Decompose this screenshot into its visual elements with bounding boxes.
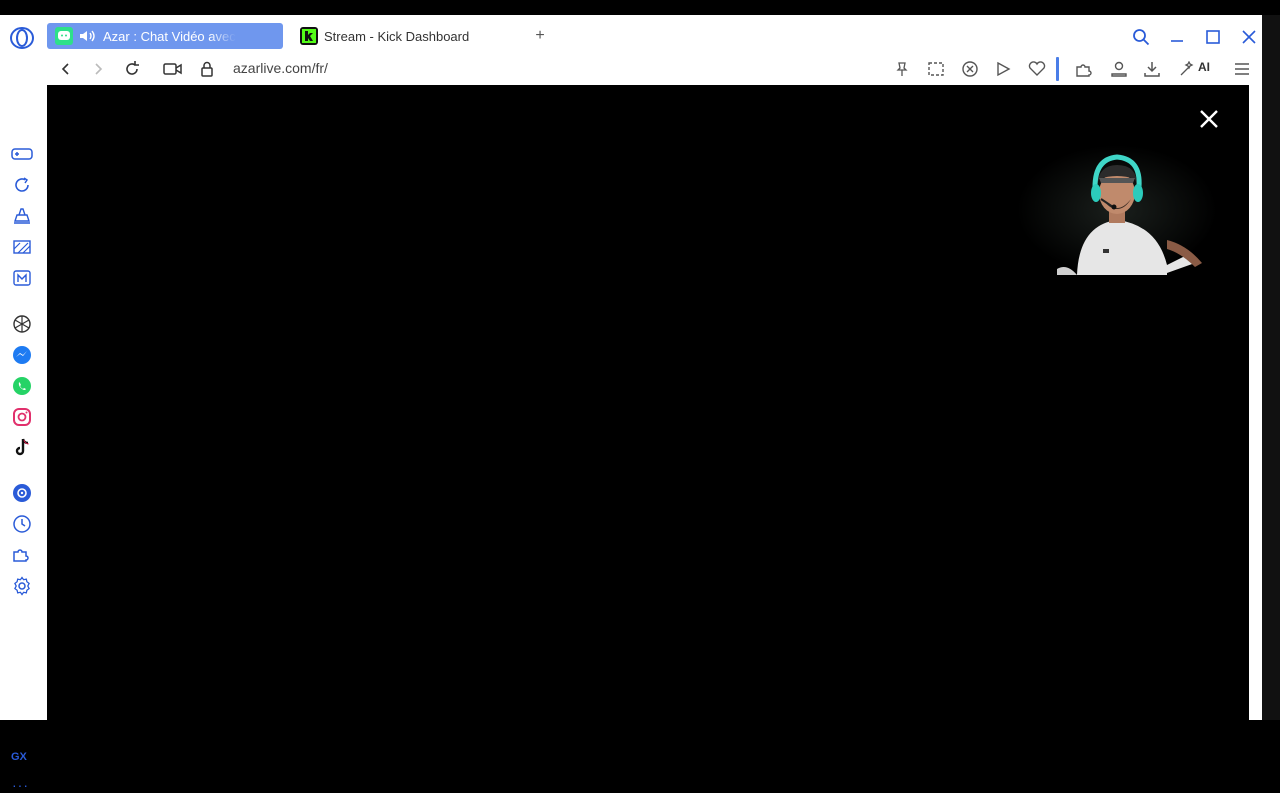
heart-icon[interactable]	[1025, 57, 1049, 81]
player-sidebar-icon[interactable]	[10, 481, 34, 505]
webcam-person-image	[1017, 145, 1217, 275]
snapshot-icon[interactable]	[924, 57, 948, 81]
gx-control-icon[interactable]	[10, 173, 34, 197]
ai-label[interactable]: AI	[1198, 60, 1210, 74]
tab-azar[interactable]: Azar : Chat Vidéo avec	[47, 23, 283, 49]
forward-icon[interactable]	[86, 57, 110, 81]
gx-label[interactable]: GX	[11, 751, 27, 763]
new-tab-button[interactable]: +	[530, 26, 550, 46]
speaker-icon[interactable]	[79, 29, 97, 43]
close-window-icon[interactable]	[1237, 25, 1261, 49]
music-m-icon[interactable]	[10, 266, 34, 290]
download-icon[interactable]	[1140, 57, 1164, 81]
toolbar-separator	[1056, 57, 1059, 81]
minimize-icon[interactable]	[1165, 25, 1189, 49]
extensions-sidebar-icon[interactable]	[10, 543, 34, 567]
close-icon[interactable]	[1196, 106, 1222, 132]
azar-chat-icon	[55, 27, 73, 45]
kick-k-icon	[300, 27, 318, 45]
search-icon[interactable]	[1129, 25, 1153, 49]
messenger-icon[interactable]	[10, 343, 34, 367]
settings-gear-icon[interactable]	[10, 574, 34, 598]
tab-title: Stream - Kick Dashboard	[324, 28, 470, 44]
ai-sparkle-icon[interactable]	[1176, 57, 1200, 81]
player-icon[interactable]	[991, 57, 1015, 81]
adblock-icon[interactable]	[958, 57, 982, 81]
wallpaper-icon[interactable]	[10, 235, 34, 259]
opera-gx-logo-icon[interactable]	[9, 25, 35, 51]
maximize-icon[interactable]	[1201, 25, 1225, 49]
gx-corner-icon[interactable]	[10, 142, 34, 166]
profile-icon[interactable]	[1107, 57, 1131, 81]
browser-window: Azar : Chat Vidéo avec Stream - Kick Das…	[0, 15, 1262, 793]
address-bar-row: azarlive.com/fr/ AI	[0, 53, 1262, 85]
video-chat-area[interactable]	[47, 85, 1249, 720]
tiktok-icon[interactable]	[10, 436, 34, 460]
camera-icon[interactable]	[161, 57, 185, 81]
menu-icon[interactable]	[1230, 57, 1254, 81]
more-options-icon[interactable]: ···	[12, 777, 29, 793]
pin-icon[interactable]	[890, 57, 914, 81]
lock-icon[interactable]	[195, 57, 219, 81]
url-field[interactable]: azarlive.com/fr/	[233, 60, 328, 76]
history-icon[interactable]	[10, 512, 34, 536]
instagram-icon[interactable]	[10, 405, 34, 429]
reload-icon[interactable]	[120, 57, 144, 81]
tab-strip: Azar : Chat Vidéo avec Stream - Kick Das…	[0, 15, 1262, 53]
tab-title: Azar : Chat Vidéo avec	[103, 28, 236, 44]
window-edge	[1262, 15, 1280, 720]
sidebar: GX ···	[0, 85, 46, 793]
tab-kick-dashboard[interactable]: Stream - Kick Dashboard	[296, 23, 516, 49]
extensions-icon[interactable]	[1073, 57, 1097, 81]
whatsapp-icon[interactable]	[10, 374, 34, 398]
chatgpt-icon[interactable]	[10, 312, 34, 336]
back-icon[interactable]	[54, 57, 78, 81]
gx-cleaner-icon[interactable]	[10, 204, 34, 228]
